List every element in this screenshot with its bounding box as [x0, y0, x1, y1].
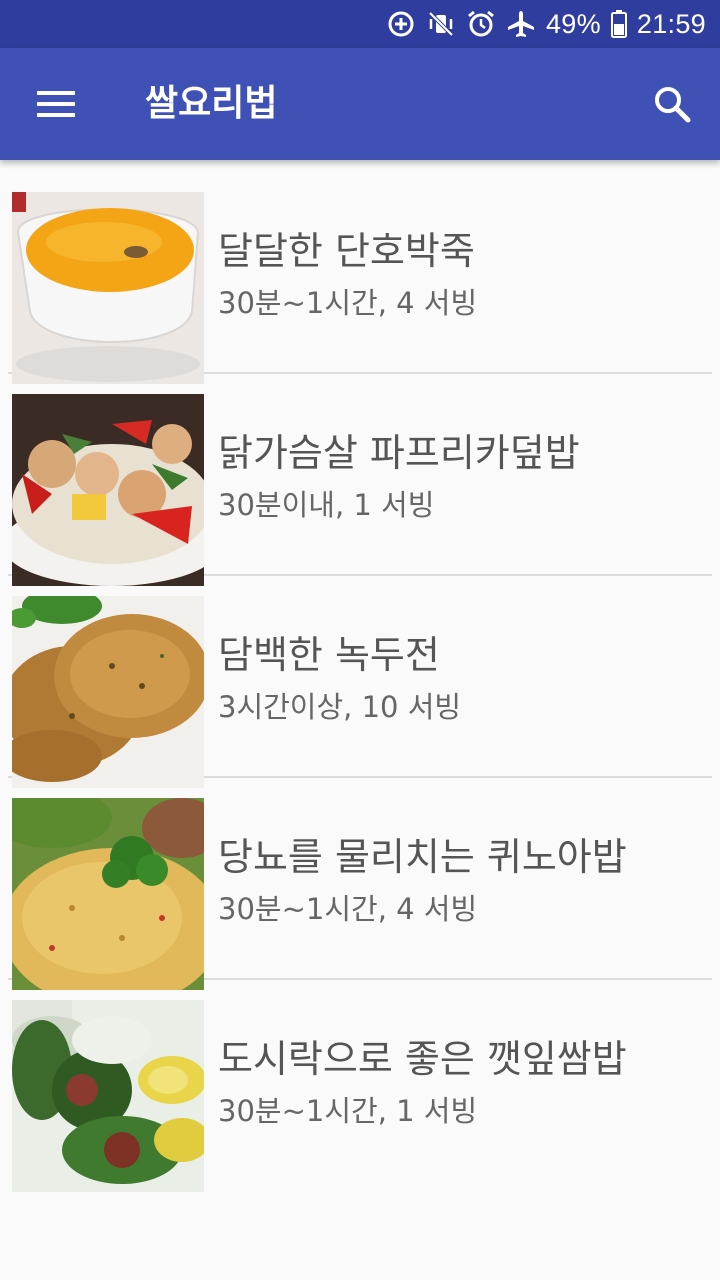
recipe-meta: 30분~1시간, 4 서빙 [218, 892, 478, 926]
chicken-paprika-rice-bowl-photo [12, 394, 204, 586]
data-saver-icon [388, 11, 414, 37]
recipe-meta: 30분~1시간, 4 서빙 [218, 286, 478, 320]
list-item[interactable]: 도시락으로 좋은 깻잎쌈밥 30분~1시간, 1 서빙 [8, 978, 712, 1192]
pumpkin-porridge-photo [12, 192, 204, 384]
mung-bean-pancake-photo [12, 596, 204, 788]
battery-percent: 49% [545, 8, 601, 39]
recipe-title: 담백한 녹두전 [218, 633, 440, 677]
clock: 21:59 [636, 8, 706, 39]
airplane-icon [507, 11, 534, 37]
hamburger-menu-icon [37, 91, 75, 117]
search-button[interactable] [642, 76, 702, 132]
vibrate-mute-icon [428, 11, 454, 37]
quinoa-rice-photo [12, 798, 204, 990]
page-title: 쌀요리법 [145, 83, 278, 124]
recipe-title: 닭가슴살 파프리카덮밥 [218, 431, 580, 475]
status-bar: 49% 21:59 [0, 0, 720, 48]
menu-button[interactable] [26, 76, 86, 132]
list-item[interactable]: 달달한 단호박죽 30분~1시간, 4 서빙 [8, 170, 712, 384]
recipe-title: 도시락으로 좋은 깻잎쌈밥 [218, 1037, 627, 1081]
list-item[interactable]: 담백한 녹두전 3시간이상, 10 서빙 [8, 574, 712, 788]
list-item[interactable]: 당뇨를 물리치는 퀴노아밥 30분~1시간, 4 서빙 [8, 776, 712, 990]
alarm-icon [468, 10, 494, 37]
battery-icon [610, 10, 627, 38]
perilla-leaf-rice-wrap-photo [12, 1000, 204, 1192]
recipe-meta: 30분~1시간, 1 서빙 [218, 1094, 478, 1128]
app-bar: 쌀요리법 [0, 48, 720, 160]
recipe-title: 당뇨를 물리치는 퀴노아밥 [218, 835, 627, 879]
recipe-meta: 3시간이상, 10 서빙 [218, 690, 462, 724]
recipe-title: 달달한 단호박죽 [218, 229, 475, 273]
status-icons: 49% 21:59 [386, 0, 706, 48]
recipe-meta: 30분이내, 1 서빙 [218, 488, 435, 522]
list-item[interactable]: 닭가슴살 파프리카덮밥 30분이내, 1 서빙 [8, 372, 712, 586]
search-icon [655, 87, 691, 123]
